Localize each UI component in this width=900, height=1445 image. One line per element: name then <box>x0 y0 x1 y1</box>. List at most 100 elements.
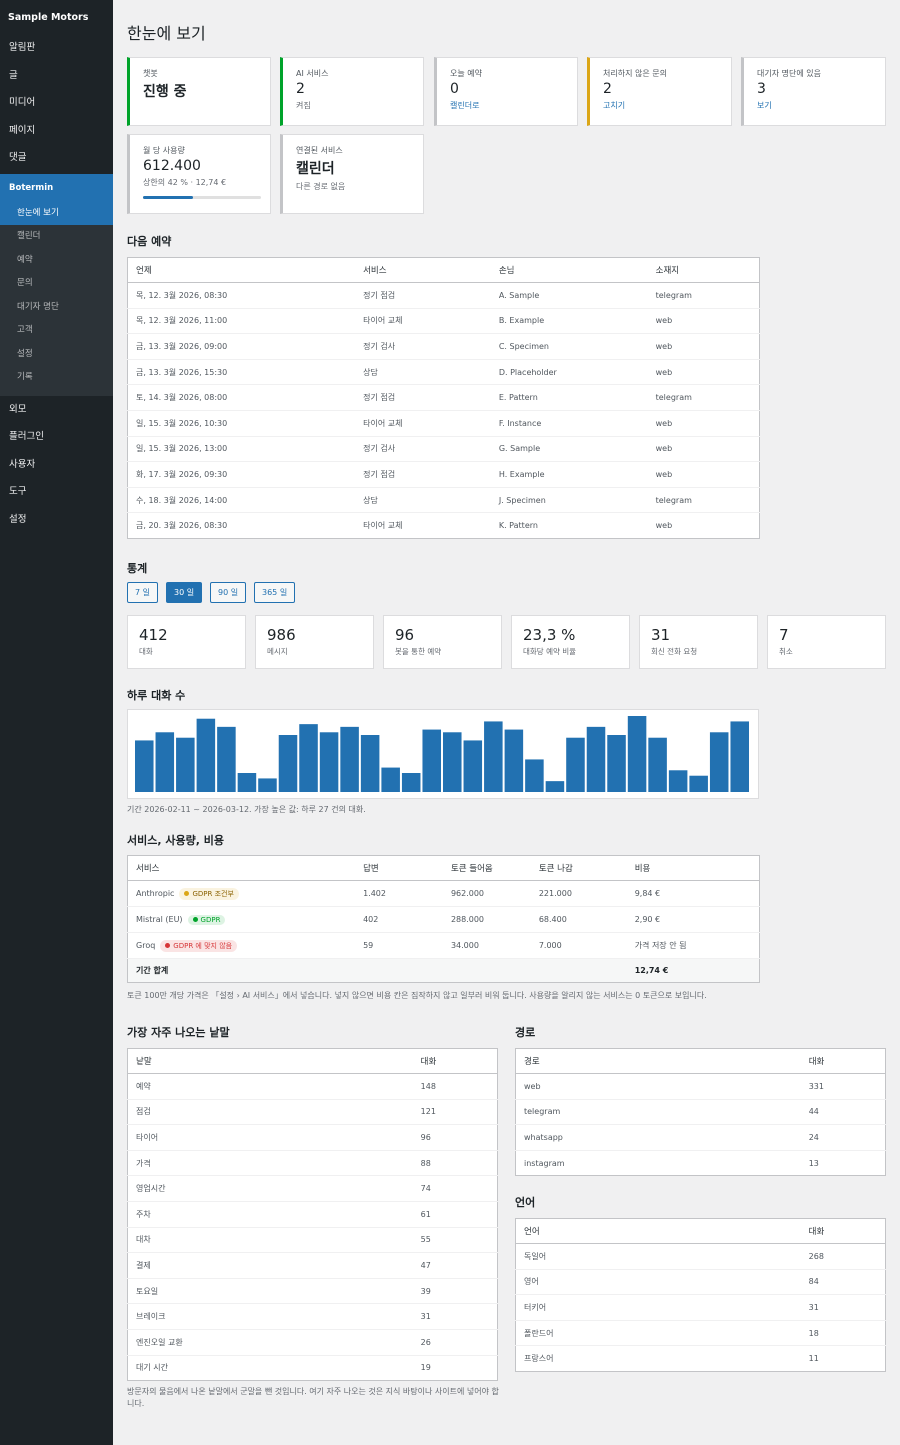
column-header: 언제 <box>127 257 356 283</box>
card-label: 연결된 서비스 <box>296 146 343 155</box>
menu-item-botermin[interactable]: Botermin <box>0 173 113 202</box>
table-cell: 24 <box>800 1124 886 1151</box>
site-name[interactable]: Sample Motors <box>0 0 113 36</box>
column-header: 대화 <box>800 1048 886 1074</box>
table-row[interactable]: telegram 44 <box>515 1098 886 1125</box>
table-row[interactable]: 목, 12. 3월 2026, 11:00 타이어 교체 B. Example web <box>127 307 760 334</box>
submenu-item-5[interactable]: 고객 <box>0 319 113 343</box>
table-cell: 2,90 € <box>626 906 760 933</box>
card-value: 2 <box>296 81 305 97</box>
service-cell: Groq GDPR 에 맞지 않음 <box>127 932 356 959</box>
table-row[interactable]: 예약 148 <box>127 1073 498 1100</box>
table-row[interactable]: 타이어 96 <box>127 1124 498 1151</box>
gdpr-badge: GDPR 에 맞지 않음 <box>160 939 238 952</box>
table-cell: telegram <box>647 486 760 513</box>
chart-bar <box>299 724 318 792</box>
total-row: 기간 합계 12,74 € <box>127 958 760 983</box>
column-header: 소재지 <box>647 257 760 283</box>
chart-bar <box>237 773 257 792</box>
column-header: 손님 <box>490 257 648 283</box>
table-row[interactable]: 금, 20. 3월 2026, 08:30 타이어 교체 K. Pattern web <box>127 512 760 539</box>
table-row[interactable]: 목, 12. 3월 2026, 08:30 정기 점검 A. Sample teleg… <box>127 282 760 309</box>
service-row[interactable]: Groq GDPR 에 맞지 않음 59 34.000 7.000 가격 저장 안 됨 <box>127 932 760 959</box>
service-row[interactable]: Mistral (EU) GDPR 402 288.000 68.400 2,90 € <box>127 906 760 933</box>
submenu-item-3[interactable]: 문의 <box>0 272 113 296</box>
menu-item-2[interactable]: 미디어 <box>0 91 113 119</box>
table-cell: H. Example <box>490 461 648 488</box>
table-row[interactable]: 독일어 268 <box>515 1243 886 1270</box>
table-row[interactable]: 대기 시간 19 <box>127 1354 498 1381</box>
table-row[interactable]: 프랑스어 11 <box>515 1345 886 1372</box>
table-row[interactable]: 점검 121 <box>127 1098 498 1125</box>
table-cell: 26 <box>412 1328 498 1356</box>
service-row[interactable]: Anthropic GDPR 조건부 1.402 962.000 221.000 9,84… <box>127 880 760 907</box>
table-row[interactable]: 금, 13. 3월 2026, 15:30 상담 D. Placeholder web <box>127 358 760 385</box>
chart-bar <box>484 721 503 792</box>
menu-item-bottom-2[interactable]: 사용자 <box>0 453 113 481</box>
stat-box: 986 메시지 <box>255 615 374 669</box>
submenu-item-7[interactable]: 기록 <box>0 366 113 390</box>
table-row[interactable]: 가격 88 <box>127 1149 498 1176</box>
table-cell: 상담 <box>355 358 491 385</box>
daily-chart <box>127 709 759 799</box>
range-button-0[interactable]: 7 일 <box>127 582 158 603</box>
submenu-item-4[interactable]: 대기자 명단 <box>0 296 113 320</box>
table-row[interactable]: 화, 17. 3월 2026, 09:30 정기 점검 H. Example web <box>127 461 760 488</box>
table-cell: 31 <box>800 1294 886 1321</box>
stat-label: 대화당 예약 비율 <box>523 647 577 656</box>
range-button-2[interactable]: 90 일 <box>210 582 247 603</box>
table-cell: A. Sample <box>490 282 648 309</box>
menu-item-bottom-3[interactable]: 도구 <box>0 480 113 508</box>
menu-item-bottom-1[interactable]: 플러그인 <box>0 425 113 453</box>
table-cell: 점검 <box>127 1098 413 1125</box>
column-header: 경로 <box>515 1048 801 1074</box>
card-value: 캘린더 <box>296 161 335 177</box>
chart-bar <box>586 726 606 792</box>
table-row[interactable]: web 331 <box>515 1073 886 1100</box>
table-row[interactable]: 토, 14. 3월 2026, 08:00 정기 점검 E. Pattern tele… <box>127 384 760 411</box>
table-row[interactable]: 결제 47 <box>127 1252 498 1279</box>
menu-item-bottom-4[interactable]: 설정 <box>0 508 113 536</box>
table-row[interactable]: 터키어 31 <box>515 1294 886 1321</box>
table-row[interactable]: 영업시간 74 <box>127 1175 498 1202</box>
submenu-item-2[interactable]: 예약 <box>0 249 113 273</box>
column-header: 언어 <box>515 1218 801 1244</box>
menu-item-bottom-0[interactable]: 외모 <box>0 398 113 426</box>
chart-bar <box>607 735 626 792</box>
menu-item-1[interactable]: 글 <box>0 64 113 92</box>
table-row[interactable]: 브레이크 31 <box>127 1303 498 1330</box>
table-row[interactable]: 금, 13. 3월 2026, 09:00 정기 검사 C. Specimen web <box>127 333 760 360</box>
column-header: 서비스 <box>355 257 491 283</box>
submenu-item-1[interactable]: 캘린더 <box>0 225 113 249</box>
calendar-link[interactable]: 캘린더로 <box>450 100 565 111</box>
table-cell <box>442 958 531 983</box>
submenu-item-6[interactable]: 설정 <box>0 343 113 367</box>
column-header: 토큰 들어옴 <box>442 855 531 881</box>
range-button-1[interactable]: 30 일 <box>166 582 203 603</box>
table-row[interactable]: 일, 15. 3월 2026, 10:30 타이어 교체 F. Instance we… <box>127 409 760 437</box>
table-row[interactable]: 대차 55 <box>127 1226 498 1253</box>
table-row[interactable]: 영어 84 <box>515 1268 886 1295</box>
range-button-3[interactable]: 365 일 <box>254 582 296 603</box>
table-cell: 148 <box>412 1073 498 1100</box>
column-header: 대화 <box>412 1048 498 1074</box>
fix-link[interactable]: 고치기 <box>603 100 719 111</box>
table-row[interactable]: 일, 15. 3월 2026, 13:00 정기 검사 G. Sample web <box>127 435 760 462</box>
menu-item-0[interactable]: 알림판 <box>0 36 113 64</box>
table-row[interactable]: instagram 13 <box>515 1149 886 1176</box>
table-row[interactable]: 폴란드어 18 <box>515 1319 886 1346</box>
card-sub: 켜짐 <box>296 101 311 110</box>
table-row[interactable]: 토요일 39 <box>127 1277 498 1304</box>
stat-label: 회신 전화 요청 <box>651 647 698 656</box>
menu-item-3[interactable]: 페이지 <box>0 119 113 147</box>
table-row[interactable]: whatsapp 24 <box>515 1124 886 1151</box>
submenu-item-0[interactable]: 한눈에 보기 <box>0 201 113 225</box>
table-row[interactable]: 수, 18. 3월 2026, 14:00 상담 J. Specimen telegr… <box>127 486 760 513</box>
menu-item-4[interactable]: 댓글 <box>0 146 113 174</box>
view-link[interactable]: 보기 <box>757 100 873 111</box>
table-cell: 상담 <box>355 486 491 513</box>
stat-label: 메시지 <box>267 647 288 656</box>
table-row[interactable]: 엔진오일 교환 26 <box>127 1328 498 1356</box>
table-row[interactable]: 주차 61 <box>127 1200 498 1228</box>
card-connected: 연결된 서비스 캘린더 다른 경로 없음 <box>280 134 424 214</box>
